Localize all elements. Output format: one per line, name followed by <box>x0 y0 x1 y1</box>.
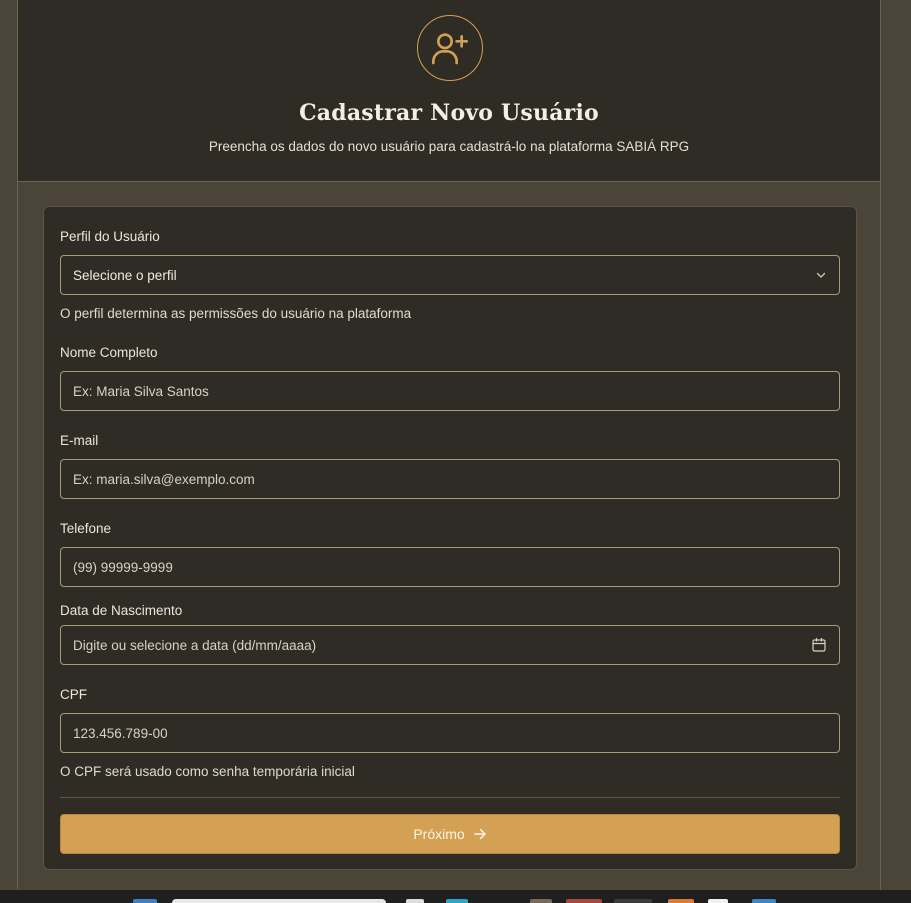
cpf-placeholder: 123.456.789-00 <box>73 725 168 741</box>
birthdate-input[interactable]: Digite ou selecione a data (dd/mm/aaaa) <box>60 625 840 665</box>
taskbar-app-icon[interactable] <box>566 899 602 903</box>
profile-helper-text: O perfil determina as permissões do usuá… <box>60 306 412 321</box>
cpf-label: CPF <box>60 687 87 702</box>
profile-select-value: Selecione o perfil <box>73 267 177 283</box>
next-button[interactable]: Próximo <box>60 814 840 854</box>
taskbar-app-icon[interactable] <box>446 899 468 903</box>
taskbar <box>0 890 911 903</box>
page-subtitle: Preencha os dados do novo usuário para c… <box>208 139 690 154</box>
email-placeholder: Ex: maria.silva@exemplo.com <box>73 471 255 487</box>
profile-select[interactable]: Selecione o perfil <box>60 255 840 295</box>
name-input[interactable]: Ex: Maria Silva Santos <box>60 371 840 411</box>
chevron-down-icon <box>816 272 826 278</box>
phone-placeholder: (99) 99999-9999 <box>73 559 173 575</box>
user-plus-icon <box>432 33 468 65</box>
taskbar-app-icon[interactable] <box>614 899 652 903</box>
page-container: Cadastrar Novo Usuário Preencha os dados… <box>17 0 881 890</box>
avatar <box>417 15 483 81</box>
phone-input[interactable]: (99) 99999-9999 <box>60 547 840 587</box>
calendar-icon[interactable] <box>811 637 827 653</box>
cpf-helper-text: O CPF será usado como senha temporária i… <box>60 764 355 779</box>
birthdate-placeholder: Digite ou selecione a data (dd/mm/aaaa) <box>73 637 317 653</box>
taskbar-app-icon[interactable] <box>406 899 424 903</box>
taskbar-app-icon[interactable] <box>708 899 728 903</box>
taskbar-app-icon[interactable] <box>668 899 694 903</box>
name-label: Nome Completo <box>60 345 158 360</box>
divider <box>60 797 840 798</box>
taskbar-app-icon[interactable] <box>133 899 157 903</box>
form-header: Cadastrar Novo Usuário Preencha os dados… <box>18 0 880 182</box>
taskbar-app-icon[interactable] <box>530 899 552 903</box>
cpf-input[interactable]: 123.456.789-00 <box>60 713 840 753</box>
arrow-right-icon <box>473 828 486 840</box>
profile-label: Perfil do Usuário <box>60 229 160 244</box>
name-placeholder: Ex: Maria Silva Santos <box>73 383 209 399</box>
page-title: Cadastrar Novo Usuário <box>299 100 599 126</box>
phone-label: Telefone <box>60 521 112 536</box>
registration-form: Perfil do Usuário Selecione o perfil O p… <box>43 206 857 870</box>
birthdate-label: Data de Nascimento <box>60 603 183 618</box>
taskbar-app-icon[interactable] <box>752 899 776 903</box>
next-button-label: Próximo <box>413 826 465 842</box>
email-input[interactable]: Ex: maria.silva@exemplo.com <box>60 459 840 499</box>
email-label: E-mail <box>60 433 99 448</box>
taskbar-search-box[interactable] <box>172 899 386 903</box>
